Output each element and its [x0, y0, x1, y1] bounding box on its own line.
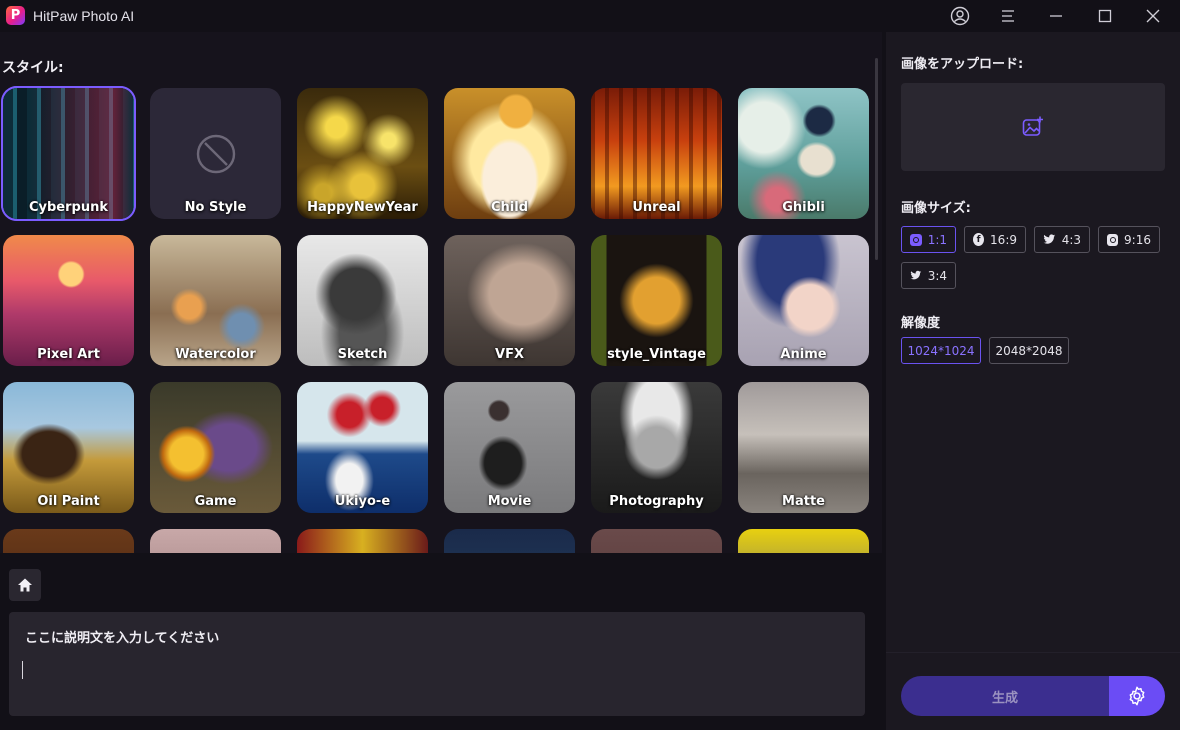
style-card-photography[interactable]: Photography: [591, 382, 722, 513]
title-bar: P HitPaw Photo AI: [0, 0, 1180, 32]
add-image-icon: [1022, 116, 1043, 136]
style-grid: Cyberpunk No Style HappyNewYear Child Un…: [0, 85, 872, 553]
style-label: Ghibli: [782, 200, 825, 215]
size-option-label: 3:4: [927, 268, 947, 283]
style-card-game[interactable]: Game: [150, 382, 281, 513]
style-card-ukiyo-e[interactable]: Ukiyo-e: [297, 382, 428, 513]
resolution-option-2048[interactable]: 2048*2048: [989, 337, 1069, 364]
style-card-row4-2[interactable]: [150, 529, 281, 553]
style-card-watercolor[interactable]: Watercolor: [150, 235, 281, 366]
style-label: HappyNewYear: [307, 200, 418, 215]
gear-icon: [1129, 686, 1145, 706]
style-card-row4-5[interactable]: [591, 529, 722, 553]
size-option-3-4[interactable]: 3:4: [901, 262, 956, 289]
size-option-16-9[interactable]: f 16:9: [964, 226, 1026, 253]
minimize-icon[interactable]: [1044, 4, 1068, 28]
facebook-icon: f: [973, 233, 985, 246]
style-card-matte[interactable]: Matte: [738, 382, 869, 513]
instagram-icon: [910, 233, 922, 246]
style-label: Game: [194, 494, 237, 509]
size-option-1-1[interactable]: 1:1: [901, 226, 956, 253]
style-card-sketch[interactable]: Sketch: [297, 235, 428, 366]
style-card-row4-6[interactable]: [738, 529, 869, 553]
style-label: Matte: [782, 494, 825, 509]
style-card-unreal[interactable]: Unreal: [591, 88, 722, 219]
menu-icon[interactable]: [997, 4, 1021, 28]
style-card-row4-4[interactable]: [444, 529, 575, 553]
resolution-option-label: 1024*1024: [907, 343, 975, 358]
style-card-anime[interactable]: Anime: [738, 235, 869, 366]
style-label: VFX: [495, 347, 524, 362]
style-label: Child: [490, 200, 528, 215]
style-label: style_Vintage: [607, 347, 706, 362]
style-thumbnail: [591, 529, 722, 553]
size-option-4-3[interactable]: 4:3: [1034, 226, 1090, 253]
prompt-input[interactable]: ここに説明文を入力してください: [9, 612, 865, 716]
style-card-style-vintage[interactable]: style_Vintage: [591, 235, 722, 366]
size-option-label: 9:16: [1124, 232, 1151, 247]
style-card-pixel-art[interactable]: Pixel Art: [3, 235, 134, 366]
instagram-icon: [1107, 233, 1119, 246]
close-icon[interactable]: [1141, 4, 1165, 28]
style-label: Anime: [780, 347, 827, 362]
maximize-icon[interactable]: [1093, 4, 1117, 28]
style-card-cyberpunk[interactable]: Cyberpunk: [1, 86, 136, 221]
generate-button[interactable]: 生成: [901, 676, 1109, 716]
style-label: Photography: [609, 494, 704, 509]
prompt-placeholder: ここに説明文を入力してください: [25, 631, 220, 646]
style-label: No Style: [184, 200, 247, 215]
home-icon: [18, 578, 32, 592]
style-card-no-style[interactable]: No Style: [150, 88, 281, 219]
style-card-row4-1[interactable]: [3, 529, 134, 553]
style-card-row4-3[interactable]: [297, 529, 428, 553]
account-icon[interactable]: [948, 4, 972, 28]
settings-panel: 画像をアップロード: 画像サイズ: 1:1 f 16:9 4:3 9:16 3:…: [886, 32, 1180, 730]
style-label: Movie: [487, 494, 532, 509]
upload-label: 画像をアップロード:: [901, 57, 1024, 72]
style-thumbnail: [150, 529, 281, 553]
styles-scrollbar[interactable]: [875, 58, 878, 260]
style-label: Unreal: [632, 200, 681, 215]
size-option-label: 1:1: [927, 232, 947, 247]
size-option-9-16[interactable]: 9:16: [1098, 226, 1160, 253]
style-card-ghibli[interactable]: Ghibli: [738, 88, 869, 219]
style-card-movie[interactable]: Movie: [444, 382, 575, 513]
resolution-option-label: 2048*2048: [995, 343, 1063, 358]
text-caret: [22, 661, 23, 679]
generation-settings-button[interactable]: [1109, 676, 1165, 716]
app-title: HitPaw Photo AI: [33, 8, 135, 24]
styles-section-label: スタイル:: [2, 60, 64, 76]
resolution-option-1024[interactable]: 1024*1024: [901, 337, 981, 364]
image-size-label: 画像サイズ:: [901, 201, 971, 216]
generate-group: 生成: [901, 676, 1165, 716]
no-style-icon: [196, 134, 235, 173]
style-thumbnail: [444, 529, 575, 553]
twitter-icon: [1043, 234, 1056, 244]
style-thumbnail: [297, 529, 428, 553]
style-label: Ukiyo-e: [334, 494, 391, 509]
resolution-label: 解像度: [901, 316, 941, 331]
size-option-label: 16:9: [990, 232, 1017, 247]
style-thumbnail: [3, 529, 134, 553]
style-card-vfx[interactable]: VFX: [444, 235, 575, 366]
style-label: Sketch: [337, 347, 388, 362]
style-thumbnail: [738, 529, 869, 553]
style-label: Pixel Art: [37, 347, 100, 362]
style-card-happynewyear[interactable]: HappyNewYear: [297, 88, 428, 219]
style-card-oil-paint[interactable]: Oil Paint: [3, 382, 134, 513]
image-upload-area[interactable]: [901, 83, 1165, 171]
style-label: Watercolor: [175, 347, 256, 362]
size-option-label: 4:3: [1061, 232, 1081, 247]
divider: [886, 652, 1180, 653]
twitter-icon: [910, 270, 922, 280]
home-button[interactable]: [9, 569, 41, 601]
app-logo-icon: P: [6, 6, 25, 25]
style-card-child[interactable]: Child: [444, 88, 575, 219]
style-label: Oil Paint: [37, 494, 100, 509]
style-label: Cyberpunk: [28, 200, 108, 215]
